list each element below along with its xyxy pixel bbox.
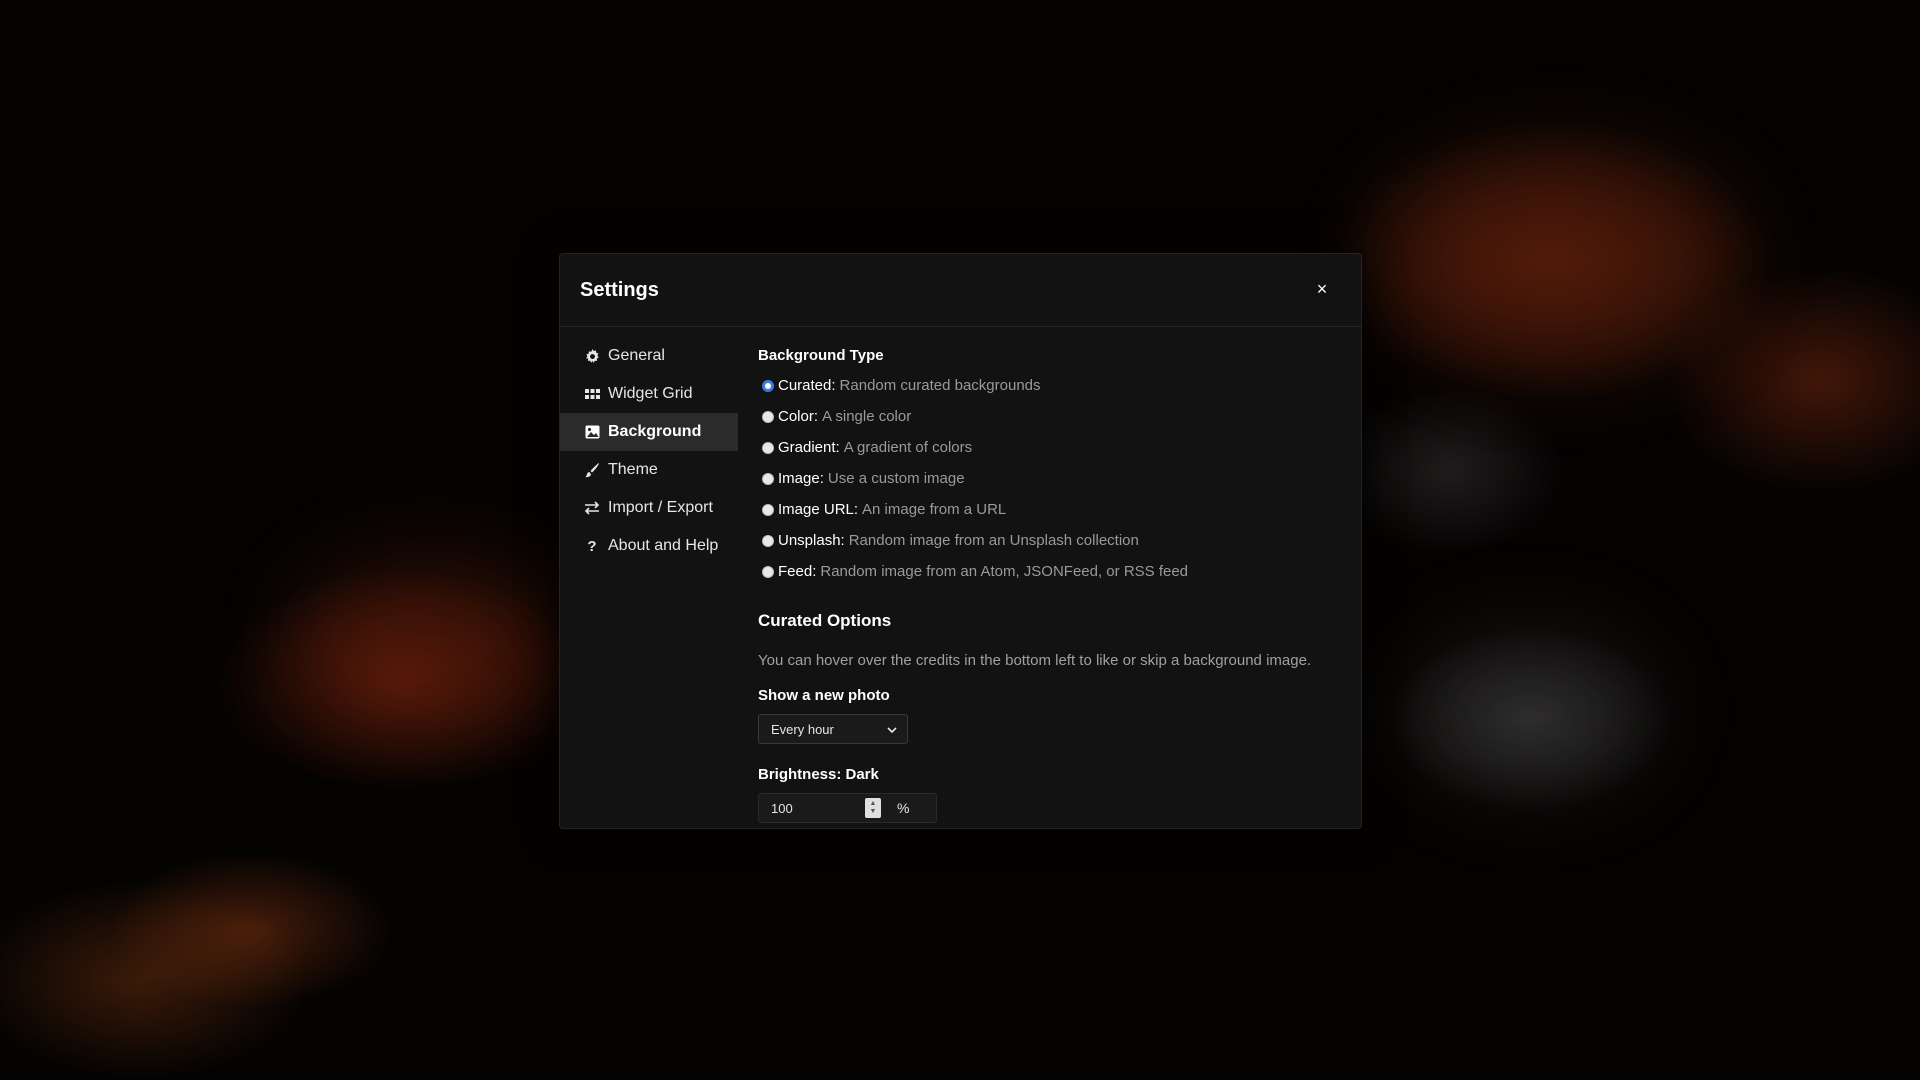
radio-description: A single color bbox=[822, 408, 912, 425]
radio-description: Use a custom image bbox=[827, 470, 965, 487]
sidebar-item-label: Widget Grid bbox=[608, 385, 693, 402]
radio-image-url[interactable]: Image URL: An image from a URL bbox=[758, 494, 1361, 525]
brush-icon bbox=[584, 462, 600, 478]
chevron-down-icon bbox=[887, 722, 897, 737]
show-photo-select[interactable]: Every hour bbox=[758, 714, 908, 744]
radio-label: Color: bbox=[778, 408, 819, 425]
radio-description: Random curated backgrounds bbox=[839, 377, 1041, 394]
radio-feed[interactable]: Feed: Random image from an Atom, JSONFee… bbox=[758, 556, 1361, 587]
image-icon bbox=[584, 424, 600, 440]
radio-description: An image from a URL bbox=[862, 501, 1007, 518]
grid-icon bbox=[584, 386, 600, 402]
sidebar-item-background[interactable]: Background bbox=[560, 413, 738, 451]
radio-label: Image: bbox=[778, 470, 824, 487]
brightness-input[interactable]: 100 ▲ ▼ bbox=[759, 794, 887, 822]
radio-label: Curated: bbox=[778, 377, 836, 394]
radio-color[interactable]: Color: A single color bbox=[758, 401, 1361, 432]
number-spinner[interactable]: ▲ ▼ bbox=[865, 798, 881, 818]
spinner-up-icon[interactable]: ▲ bbox=[870, 800, 877, 808]
radio-unsplash[interactable]: Unsplash: Random image from an Unsplash … bbox=[758, 525, 1361, 556]
radio-description: A gradient of colors bbox=[843, 439, 973, 456]
radio-description: Random image from an Atom, JSONFeed, or … bbox=[820, 563, 1189, 580]
curated-help-text: You can hover over the credits in the bo… bbox=[758, 652, 1312, 669]
brightness-label: Brightness: Dark bbox=[758, 766, 879, 783]
radio-description: Random image from an Unsplash collection bbox=[848, 532, 1139, 549]
sidebar-item-theme[interactable]: Theme bbox=[560, 451, 738, 489]
modal-body: General Widget Grid Background Theme Imp… bbox=[560, 327, 1361, 827]
radio-curated[interactable]: Curated: Random curated backgrounds bbox=[758, 370, 1361, 401]
radio-button[interactable] bbox=[762, 503, 774, 516]
close-icon[interactable]: × bbox=[1313, 280, 1331, 298]
radio-label: Feed: bbox=[778, 563, 817, 580]
radio-button[interactable] bbox=[762, 379, 774, 392]
question-icon: ? bbox=[587, 537, 597, 555]
settings-modal: Settings × General Widget Grid Backgroun… bbox=[559, 253, 1362, 829]
radio-button[interactable] bbox=[762, 441, 774, 454]
spinner-down-icon[interactable]: ▼ bbox=[870, 808, 877, 816]
settings-sidebar: General Widget Grid Background Theme Imp… bbox=[560, 327, 738, 827]
radio-button[interactable] bbox=[762, 410, 774, 423]
modal-header: Settings × bbox=[560, 254, 1361, 327]
background-type-heading: Background Type bbox=[758, 347, 884, 364]
gear-icon bbox=[584, 348, 600, 364]
brightness-unit: % bbox=[897, 800, 910, 816]
sidebar-item-about-help[interactable]: ? About and Help bbox=[560, 527, 738, 565]
sidebar-item-widget-grid[interactable]: Widget Grid bbox=[560, 375, 738, 413]
radio-label: Image URL: bbox=[778, 501, 859, 518]
sidebar-item-label: About and Help bbox=[608, 537, 719, 554]
brightness-value: 100 bbox=[771, 800, 793, 816]
sidebar-item-label: Import / Export bbox=[608, 499, 713, 516]
brightness-input-group: 100 ▲ ▼ % bbox=[758, 793, 937, 823]
select-value: Every hour bbox=[771, 721, 834, 737]
sidebar-item-label: Background bbox=[608, 423, 702, 440]
sidebar-item-general[interactable]: General bbox=[560, 337, 738, 375]
radio-button[interactable] bbox=[762, 534, 774, 547]
sidebar-item-label: General bbox=[608, 347, 665, 364]
show-photo-label: Show a new photo bbox=[758, 687, 890, 704]
radio-label: Gradient: bbox=[778, 439, 840, 456]
modal-title: Settings bbox=[580, 279, 659, 301]
sidebar-item-label: Theme bbox=[608, 461, 658, 478]
radio-button[interactable] bbox=[762, 565, 774, 578]
curated-options-heading: Curated Options bbox=[758, 611, 892, 630]
settings-content: Background Type Curated: Random curated … bbox=[738, 327, 1361, 827]
radio-gradient[interactable]: Gradient: A gradient of colors bbox=[758, 432, 1361, 463]
radio-image[interactable]: Image: Use a custom image bbox=[758, 463, 1361, 494]
swap-arrows-icon bbox=[584, 500, 600, 516]
sidebar-item-import-export[interactable]: Import / Export bbox=[560, 489, 738, 527]
radio-button[interactable] bbox=[762, 472, 774, 485]
radio-label: Unsplash: bbox=[778, 532, 845, 549]
